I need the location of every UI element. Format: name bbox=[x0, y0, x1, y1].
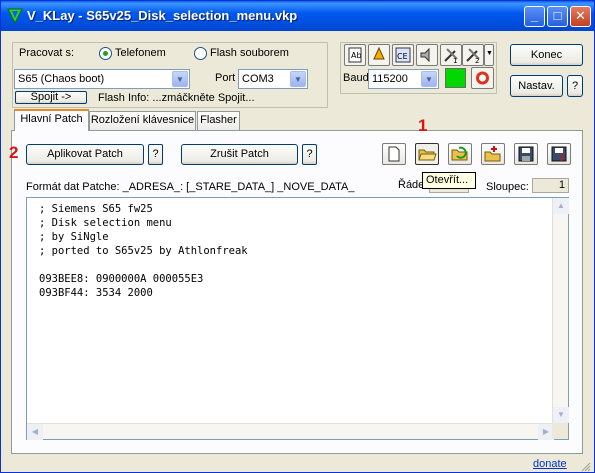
annotation-marker-2: 2 bbox=[9, 143, 19, 162]
main-window: V_KLay - S65v25_Disk_selection_menu.vkp … bbox=[0, 0, 595, 473]
cancel-patch-help-button[interactable]: ? bbox=[302, 144, 317, 165]
scroll-up-icon[interactable]: ▲ bbox=[553, 198, 569, 214]
vertical-scrollbar[interactable]: ▲ ▼ bbox=[552, 198, 569, 423]
maximize-icon: □ bbox=[553, 8, 562, 23]
scroll-left-icon[interactable]: ◀ bbox=[27, 424, 43, 440]
maximize-button[interactable]: □ bbox=[547, 6, 568, 27]
open-tooltip: Otevřít... bbox=[422, 172, 476, 189]
save-as-button[interactable]: ? bbox=[547, 143, 571, 165]
apply-patch-button[interactable]: Aplikovat Patch bbox=[26, 144, 144, 165]
apply-patch-help-button[interactable]: ? bbox=[148, 144, 163, 165]
donate-link[interactable]: donate bbox=[533, 458, 567, 470]
radio-flash[interactable] bbox=[194, 47, 207, 60]
tab-flasher[interactable]: Flasher bbox=[197, 111, 240, 130]
app-logo-icon bbox=[7, 8, 23, 24]
chevron-down-icon[interactable]: ▼ bbox=[421, 71, 437, 87]
column-value-field: 1 bbox=[532, 178, 569, 193]
settings-gear-button[interactable] bbox=[471, 67, 494, 89]
svg-text:?: ? bbox=[559, 154, 564, 164]
baud-value: 115200 bbox=[372, 73, 408, 85]
save-button[interactable] bbox=[514, 143, 538, 165]
settings-button[interactable]: Nastav. bbox=[510, 75, 563, 97]
scroll-corner bbox=[552, 423, 568, 439]
svg-text:1: 1 bbox=[453, 57, 457, 65]
chevron-down-icon[interactable]: ▼ bbox=[290, 71, 306, 87]
svg-text:CE: CE bbox=[397, 52, 408, 61]
horizontal-scrollbar[interactable]: ◀ ▶ bbox=[27, 423, 554, 440]
radio-phone-label[interactable]: Telefonem bbox=[115, 47, 166, 59]
radio-flash-label[interactable]: Flash souborem bbox=[210, 47, 289, 59]
radio-phone[interactable] bbox=[99, 47, 112, 60]
reload-file-button[interactable] bbox=[448, 143, 472, 165]
open-folder-icon bbox=[418, 149, 437, 161]
tools-icon: 2 bbox=[466, 48, 480, 65]
tools-dropdown-button[interactable]: ▼ bbox=[484, 44, 494, 66]
tools2-icon-button[interactable]: 2 bbox=[462, 44, 484, 66]
status-bar: donate bbox=[1, 456, 594, 473]
new-file-icon bbox=[388, 146, 400, 162]
speaker-icon-button[interactable] bbox=[416, 44, 438, 66]
title-bar[interactable]: V_KLay - S65v25_Disk_selection_menu.vkp … bbox=[1, 1, 594, 31]
ce-icon-button[interactable]: CE bbox=[392, 44, 414, 66]
add-file-button[interactable] bbox=[481, 143, 505, 165]
bell-icon-button[interactable] bbox=[368, 44, 390, 66]
save-icon bbox=[518, 146, 534, 162]
phone-icon: Ab bbox=[348, 47, 362, 63]
tab-main-patch[interactable]: Hlavní Patch bbox=[14, 109, 89, 131]
close-button[interactable]: ✕ bbox=[570, 6, 591, 27]
patch-format-label: Formát dat Patche: _ADRESA_: [_STARE_DAT… bbox=[26, 181, 355, 193]
minimize-button[interactable]: _ bbox=[524, 6, 545, 27]
patch-editor[interactable]: ; Siemens S65 fw25 ; Disk selection menu… bbox=[26, 197, 569, 440]
resize-grip-icon[interactable] bbox=[579, 460, 591, 472]
bell-icon bbox=[373, 46, 385, 60]
new-file-button[interactable] bbox=[382, 143, 406, 165]
scroll-down-icon[interactable]: ▼ bbox=[553, 407, 569, 423]
minimize-icon: _ bbox=[530, 8, 539, 23]
chevron-down-icon: ▼ bbox=[486, 50, 493, 57]
port-label: Port bbox=[215, 72, 236, 84]
help-button[interactable]: ? bbox=[567, 75, 583, 97]
connect-button[interactable]: Spojit -> bbox=[15, 91, 87, 104]
save-as-icon: ? bbox=[551, 146, 567, 164]
column-label: Sloupec: bbox=[486, 181, 529, 193]
flash-info-text: Flash Info: ...zmáčkněte Spojit... bbox=[98, 92, 255, 104]
port-value: COM3 bbox=[242, 73, 274, 85]
annotation-marker-1: 1 bbox=[418, 116, 428, 135]
cancel-patch-button[interactable]: Zrušit Patch bbox=[181, 144, 298, 165]
tab-keyboard-layout[interactable]: Rozložení klávesnice bbox=[89, 111, 196, 130]
phone-model-value: S65 (Chaos boot) bbox=[18, 73, 105, 85]
chevron-down-icon[interactable]: ▼ bbox=[172, 71, 188, 87]
radio-phone-selected-dot bbox=[103, 51, 108, 56]
close-icon: ✕ bbox=[575, 8, 586, 23]
connection-status-indicator bbox=[445, 68, 466, 88]
tools-icon-button[interactable]: 1 bbox=[440, 44, 462, 66]
baud-select[interactable]: 115200 ▼ bbox=[368, 69, 439, 89]
gear-icon bbox=[476, 71, 489, 85]
work-with-label: Pracovat s: bbox=[19, 47, 75, 59]
speaker-icon bbox=[420, 47, 430, 63]
port-select[interactable]: COM3 ▼ bbox=[238, 69, 308, 89]
tools-icon: 1 bbox=[444, 48, 458, 65]
baud-label: Baud bbox=[343, 72, 369, 84]
refresh-folder-icon bbox=[451, 146, 468, 161]
add-folder-icon bbox=[484, 146, 501, 162]
svg-text:Ab: Ab bbox=[351, 51, 362, 60]
open-file-button[interactable] bbox=[415, 143, 439, 165]
column-value: 1 bbox=[558, 179, 565, 191]
phone-model-select[interactable]: S65 (Chaos boot) ▼ bbox=[14, 69, 190, 89]
window-title: V_KLay - S65v25_Disk_selection_menu.vkp bbox=[27, 8, 298, 23]
patch-text[interactable]: ; Siemens S65 fw25 ; Disk selection menu… bbox=[39, 202, 248, 300]
phone-icon-button[interactable]: Ab bbox=[344, 44, 366, 66]
ce-icon: CE bbox=[395, 47, 411, 63]
svg-text:2: 2 bbox=[475, 57, 479, 65]
end-button[interactable]: Konec bbox=[510, 44, 583, 66]
